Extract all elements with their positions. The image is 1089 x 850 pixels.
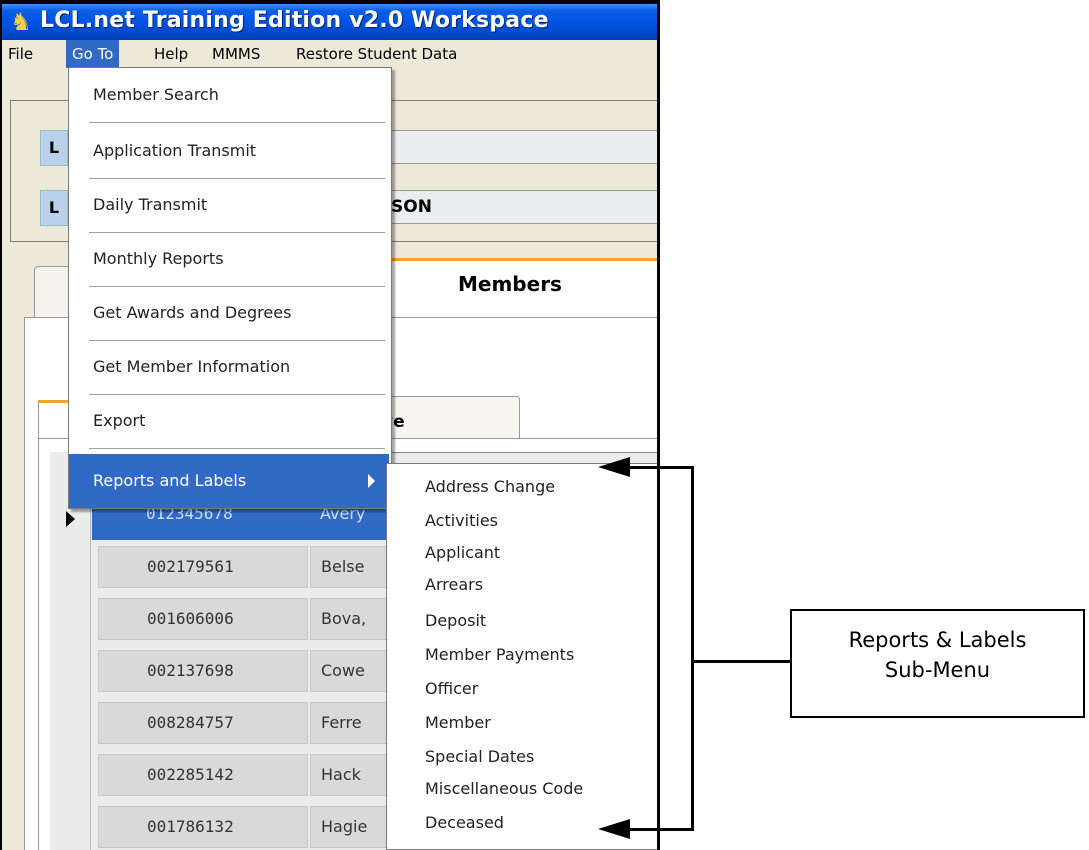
app-window: ♞ LCL.net Training Edition v2.0 Workspac… [0, 0, 660, 850]
menu-bar: File Go To Help MMMS Restore Student Dat… [2, 40, 657, 68]
menu-separator [89, 448, 385, 449]
cell-member-id[interactable]: 001606006 [98, 598, 308, 640]
window-title: LCL.net Training Edition v2.0 Workspace [40, 8, 549, 33]
menu-item-get-member-information[interactable]: Get Member Information [69, 340, 389, 394]
annotation-line-bottom [628, 828, 694, 831]
field-label-1: L [40, 130, 68, 166]
annotation-line-top [628, 466, 694, 469]
menu-mmms[interactable]: MMMS [206, 40, 266, 68]
submenu-item-activities[interactable]: Activities [425, 504, 498, 538]
menu-file[interactable]: File [2, 40, 39, 68]
submenu-item-member-payments[interactable]: Member Payments [425, 638, 574, 672]
submenu-item-applicant[interactable]: Applicant [425, 536, 500, 570]
submenu-item-deposit[interactable]: Deposit [425, 604, 486, 638]
cell-member-id[interactable]: 001786132 [98, 806, 308, 848]
menu-separator [89, 122, 385, 123]
submenu-item-address-change[interactable]: Address Change [425, 470, 555, 504]
callout-line-2: Sub-Menu [884, 658, 991, 682]
current-row-arrow-icon [66, 511, 75, 527]
cell-member-id[interactable]: 002179561 [98, 546, 308, 588]
goto-dropdown-menu: Member Search Application Transmit Daily… [68, 67, 392, 509]
callout-line-1: Reports & Labels [848, 628, 1027, 652]
annotation-arrow-top-icon [598, 457, 630, 477]
submenu-arrow-icon [368, 474, 375, 488]
menu-item-daily-transmit[interactable]: Daily Transmit [69, 178, 389, 232]
menu-item-get-awards-and-degrees[interactable]: Get Awards and Degrees [69, 286, 389, 340]
menu-item-application-transmit[interactable]: Application Transmit [69, 124, 389, 178]
annotation-arrow-bottom-icon [598, 819, 630, 839]
info-field-2: SON [382, 190, 657, 224]
tab-members-label: Members [458, 272, 562, 296]
menu-item-label: Reports and Labels [93, 471, 247, 490]
submenu-item-deceased[interactable]: Deceased [425, 806, 504, 840]
submenu-item-officer[interactable]: Officer [425, 672, 478, 706]
reports-labels-submenu: Address Change Activities Applicant Arre… [386, 463, 657, 850]
submenu-item-arrears[interactable]: Arrears [425, 568, 483, 602]
submenu-item-member[interactable]: Member [425, 706, 491, 740]
menu-item-monthly-reports[interactable]: Monthly Reports [69, 232, 389, 286]
field-label-2: L [40, 190, 68, 226]
submenu-item-miscellaneous-code[interactable]: Miscellaneous Code [425, 772, 583, 806]
menu-item-reports-and-labels[interactable]: Reports and Labels [69, 454, 389, 508]
lion-icon: ♞ [10, 8, 32, 36]
annotation-bracket [691, 466, 694, 831]
menu-help[interactable]: Help [148, 40, 194, 68]
menu-item-member-search[interactable]: Member Search [69, 68, 389, 122]
cell-member-id[interactable]: 002285142 [98, 754, 308, 796]
cell-member-id[interactable]: 008284757 [98, 702, 308, 744]
menu-go-to[interactable]: Go To [66, 40, 120, 68]
title-bar[interactable]: ♞ LCL.net Training Edition v2.0 Workspac… [2, 0, 657, 40]
info-field-1 [382, 130, 657, 164]
annotation-callout: Reports & Labels Sub-Menu [790, 609, 1085, 718]
menu-restore-student-data[interactable]: Restore Student Data [290, 40, 463, 68]
annotation-connector [694, 660, 790, 663]
submenu-item-special-dates[interactable]: Special Dates [425, 740, 534, 774]
menu-item-export[interactable]: Export [69, 394, 389, 448]
cell-member-id[interactable]: 002137698 [98, 650, 308, 692]
